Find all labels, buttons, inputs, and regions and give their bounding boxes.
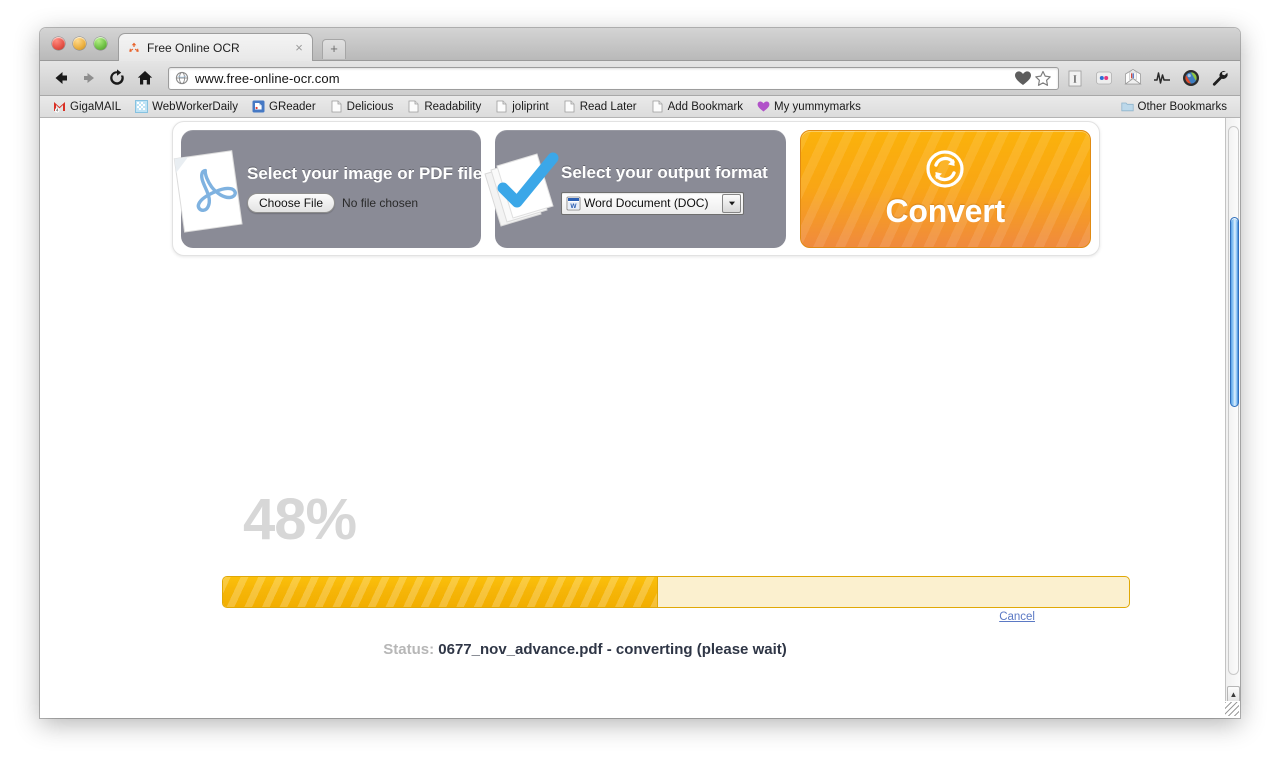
bookmark-label: Read Later: [579, 100, 637, 113]
zoom-window-button[interactable]: [94, 37, 107, 50]
page-icon: [495, 100, 508, 113]
bookmark-label: Readability: [424, 100, 482, 113]
progress-percent-text: 48%: [243, 487, 357, 552]
tab-strip: Free Online OCR × +: [40, 28, 1240, 61]
selected-format-label: Word Document (DOC): [584, 196, 709, 210]
wrench-icon[interactable]: [1210, 68, 1230, 88]
resize-grip-icon[interactable]: [1225, 702, 1239, 716]
bookmark-label: WebWorkerDaily: [152, 100, 238, 113]
page-icon: [651, 100, 664, 113]
scroll-up-icon[interactable]: ▲: [1227, 686, 1240, 701]
globe-icon: [175, 71, 189, 85]
other-bookmarks-label: Other Bookmarks: [1137, 100, 1227, 113]
instapaper-icon[interactable]: I: [1065, 68, 1085, 88]
select-file-body: Select your image or PDF file Choose Fil…: [247, 164, 482, 213]
close-window-button[interactable]: [52, 37, 65, 50]
url-text: www.free-online-ocr.com: [195, 70, 340, 86]
scrollbar-track[interactable]: [1228, 126, 1239, 675]
mail-icon[interactable]: [1123, 68, 1143, 88]
no-file-chosen-label: No file chosen: [342, 196, 419, 210]
bookmark-controls: [1008, 70, 1052, 87]
other-bookmarks-folder[interactable]: Other Bookmarks: [1114, 100, 1234, 113]
output-format-select[interactable]: W Word Document (DOC): [561, 191, 744, 215]
address-bar[interactable]: www.free-online-ocr.com: [168, 66, 1059, 90]
page-icon: [407, 100, 420, 113]
bookmark-label: Add Bookmark: [667, 100, 744, 113]
status-line: Status: 0677_nov_advance.pdf - convertin…: [40, 641, 1130, 658]
folder-icon: [1120, 100, 1134, 113]
upload-panel: Select your image or PDF file Choose Fil…: [172, 121, 1100, 256]
bookmark-joliprint[interactable]: joliprint: [488, 100, 555, 113]
grid-icon: [135, 100, 149, 113]
select-format-body: Select your output format W Word Documen…: [561, 163, 768, 215]
bookmark-greader[interactable]: GReader: [245, 100, 323, 113]
progress-bar: [222, 576, 1130, 608]
home-icon[interactable]: [132, 65, 158, 91]
file-input-row: Choose File No file chosen: [247, 193, 482, 213]
reload-icon[interactable]: [104, 65, 130, 91]
progress-bar-fill: [223, 577, 658, 607]
bookmark-webworkerdaily[interactable]: WebWorkerDaily: [128, 100, 245, 113]
resize-grip-area[interactable]: [1224, 701, 1240, 717]
bookmark-add-bookmark[interactable]: Add Bookmark: [644, 100, 750, 113]
browser-window: Free Online OCR × + www.free-online-ocr.…: [40, 28, 1240, 718]
page-viewport: Select your image or PDF file Choose Fil…: [40, 118, 1240, 717]
page-content: Select your image or PDF file Choose Fil…: [40, 118, 1225, 717]
page-icon: [563, 100, 576, 113]
select-file-heading: Select your image or PDF file: [247, 164, 483, 183]
bookmark-read-later[interactable]: Read Later: [556, 100, 644, 113]
ocr-recycle-icon: [127, 41, 141, 55]
gmail-icon: 4: [53, 100, 66, 113]
chevron-down-icon[interactable]: [722, 193, 741, 213]
bookmark-label: GReader: [269, 100, 316, 113]
forward-icon[interactable]: [76, 65, 102, 91]
close-icon[interactable]: ×: [292, 41, 306, 55]
purple-heart-icon: [757, 100, 770, 113]
bookmark-label: GigaMAIL: [70, 100, 122, 113]
pdf-document-icon: [163, 144, 259, 236]
tab-title: Free Online OCR: [147, 40, 240, 55]
cancel-link[interactable]: Cancel: [999, 611, 1035, 623]
star-outline-icon[interactable]: [1034, 70, 1052, 87]
bookmark-readability[interactable]: Readability: [400, 100, 488, 113]
greader-icon: [252, 100, 265, 113]
convert-button-label: Convert: [885, 193, 1005, 229]
window-controls: [52, 37, 107, 50]
bookmark-label: My yummymarks: [774, 100, 861, 113]
bookmarks-bar: 4 GigaMAIL WebWorkerDaily GReader Delici…: [40, 96, 1240, 118]
vertical-scrollbar[interactable]: ▲ ▼: [1225, 118, 1240, 717]
page-icon: [330, 100, 343, 113]
minimize-window-button[interactable]: [73, 37, 86, 50]
navigation-toolbar: www.free-online-ocr.com I: [40, 61, 1240, 96]
flickr-icon[interactable]: [1094, 68, 1114, 88]
convert-button[interactable]: Convert: [799, 129, 1091, 248]
tab-free-online-ocr[interactable]: Free Online OCR ×: [118, 33, 313, 61]
scrollbar-thumb[interactable]: [1230, 217, 1239, 407]
back-icon[interactable]: [48, 65, 74, 91]
extension-toolbar: I: [1065, 68, 1232, 88]
status-value: 0677_nov_advance.pdf - converting (pleas…: [438, 641, 787, 658]
bookmark-gigamail[interactable]: 4 GigaMAIL: [46, 100, 128, 113]
audio-waveform-icon[interactable]: [1152, 68, 1172, 88]
checkmark-pages-icon: [477, 144, 573, 236]
bookmark-my-yummymarks[interactable]: My yummymarks: [750, 100, 868, 113]
select-file-box: Select your image or PDF file Choose Fil…: [173, 129, 482, 248]
heart-icon[interactable]: [1014, 70, 1032, 86]
new-tab-button[interactable]: +: [322, 39, 346, 59]
bookmark-delicious[interactable]: Delicious: [323, 100, 401, 113]
status-label: Status:: [383, 641, 435, 658]
camera-lens-icon[interactable]: [1181, 68, 1201, 88]
convert-refresh-icon: [923, 147, 967, 191]
bookmark-label: Delicious: [346, 100, 394, 113]
select-format-heading: Select your output format: [561, 162, 768, 182]
select-format-box: Select your output format W Word Documen…: [484, 129, 786, 248]
bookmark-label: joliprint: [512, 100, 549, 113]
svg-text:I: I: [1073, 74, 1077, 86]
choose-file-button[interactable]: Choose File: [247, 193, 336, 213]
